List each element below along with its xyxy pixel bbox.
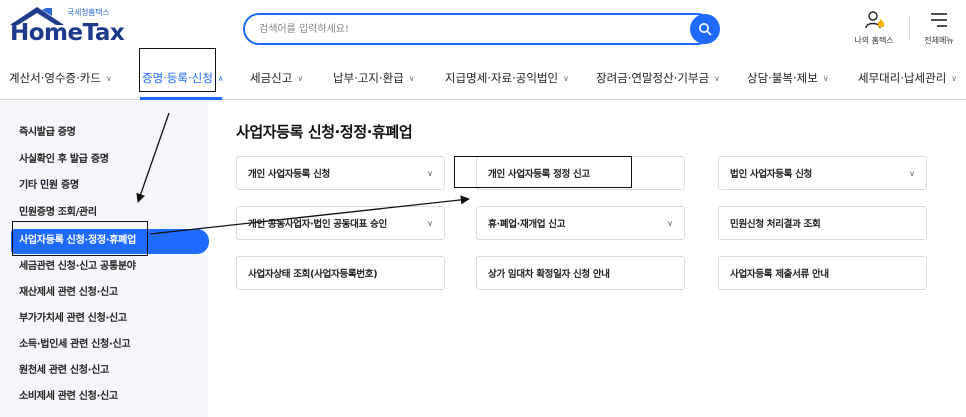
gnb-item-payment-statement[interactable]: 지급명세·자료·공익법인 ∨ (445, 68, 569, 88)
chevron-down-icon: ∨ (909, 169, 915, 178)
sidebar-item-common-tax-application[interactable]: 세금관련 신청·신고 공통분야 (19, 259, 136, 275)
sidebar-item-income-corporate-tax[interactable]: 소득·법인세 관련 신청·신고 (19, 337, 131, 353)
my-hometax-label: 나의 홈택스 (854, 36, 894, 45)
card-individual-registration[interactable]: 개인 사업자등록 신청 ∨ (236, 156, 445, 190)
annotation-box-gnb (139, 48, 216, 92)
all-menu-label: 전체메뉴 (924, 36, 954, 45)
card-joint-business-approval[interactable]: 개인 공동사업자·법인 공동대표 승인 ∨ (236, 206, 445, 240)
gnb-item-label: 계산서·영수증·카드 (9, 71, 101, 85)
card-required-documents[interactable]: 사업자등록 제출서류 안내 (718, 256, 927, 290)
gnb-item-label: 상담·불복·제보 (747, 71, 818, 85)
sidebar-item-verified-issue[interactable]: 사실확인 후 발급 증명 (19, 152, 109, 168)
card-label: 사업자상태 조회(사업자등록번호) (248, 269, 378, 280)
chevron-down-icon: ∨ (427, 169, 433, 178)
gnb-item-tax-return[interactable]: 세금신고 ∨ (250, 68, 303, 88)
card-corporate-registration[interactable]: 법인 사업자등록 신청 ∨ (718, 156, 927, 190)
header-divider (909, 16, 910, 40)
gnb-item-label: 세금신고 (250, 71, 293, 85)
chevron-down-icon: ∨ (563, 74, 569, 83)
chevron-down-icon: ∨ (822, 74, 829, 83)
gnb-item-label: 지급명세·자료·공익법인 (445, 71, 559, 85)
chevron-down-icon: ∨ (408, 74, 415, 83)
sidebar-item-instant-issue[interactable]: 즉시발급 증명 (19, 125, 76, 141)
sidebar-item-other-certificate[interactable]: 기타 민원 증명 (19, 178, 79, 194)
chevron-down-icon: ∨ (951, 74, 958, 83)
search-bar (243, 13, 721, 45)
hometax-logo[interactable]: 국세청홈택스 HomeTax (8, 4, 125, 48)
card-closure-reopen[interactable]: 휴·폐업·재개업 신고 ∨ (476, 206, 685, 240)
card-application-result-inquiry[interactable]: 민원신청 처리결과 조회 (718, 206, 927, 240)
chevron-down-icon: ∨ (427, 219, 433, 228)
logo-title: HomeTax (10, 20, 125, 46)
card-label: 개인 공동사업자·법인 공동대표 승인 (248, 219, 387, 230)
gnb-item-payment-refund[interactable]: 납부·고지·환급 ∨ (333, 68, 415, 88)
gnb-item-label: 납부·고지·환급 (333, 71, 404, 85)
user-icon (865, 11, 884, 29)
card-label: 개인 사업자등록 신청 (248, 169, 330, 180)
sidebar-item-property-tax[interactable]: 재산제세 관련 신청·신고 (19, 285, 118, 301)
logo-subtitle: 국세청홈택스 (67, 8, 110, 17)
page-title: 사업자등록 신청·정정·휴폐업 (236, 123, 413, 141)
all-menu-button[interactable]: 전체메뉴 (916, 10, 962, 46)
chevron-down-icon: ∨ (714, 74, 720, 83)
card-label: 상가 임대차 확정일자 신청 안내 (488, 269, 610, 280)
chevron-down-icon: ∨ (667, 219, 673, 228)
gnb-item-label: 세무대리·납세관리 (858, 71, 947, 85)
card-label: 휴·폐업·재개업 신고 (488, 219, 566, 230)
my-hometax-button[interactable]: 나의 홈택스 (846, 10, 902, 46)
sidebar-item-consumption-tax[interactable]: 소비제세 관련 신청·신고 (19, 389, 118, 405)
gnb-item-consult-appeal[interactable]: 상담·불복·제보 ∨ (747, 68, 829, 88)
card-label: 법인 사업자등록 신청 (730, 169, 812, 180)
gnb-item-label: 장려금·연말정산·기부금 (596, 71, 710, 85)
search-icon (699, 23, 712, 36)
sidebar-item-vat[interactable]: 부가가치세 관련 신청·신고 (19, 311, 127, 327)
card-label: 민원신청 처리결과 조회 (730, 219, 821, 230)
sidebar-item-withholding-tax[interactable]: 원천세 관련 신청·신고 (19, 363, 109, 379)
search-button[interactable] (690, 14, 720, 44)
active-tab-indicator (140, 97, 222, 100)
card-business-status-inquiry[interactable]: 사업자상태 조회(사업자등록번호) (236, 256, 445, 290)
card-lease-fixed-date[interactable]: 상가 임대차 확정일자 신청 안내 (476, 256, 685, 290)
hamburger-menu-icon (931, 13, 947, 27)
gnb-item-tax-agent[interactable]: 세무대리·납세관리 ∨ (858, 68, 957, 88)
chevron-down-icon: ∨ (105, 74, 112, 83)
sidebar-item-certificate-inquiry[interactable]: 민원증명 조회/관리 (19, 205, 97, 221)
gnb-item-invoice-receipt-card[interactable]: 계산서·영수증·카드 ∨ (9, 68, 112, 88)
search-input[interactable] (243, 13, 713, 45)
chevron-up-icon: ∧ (217, 74, 224, 83)
annotation-box-card (454, 156, 632, 188)
chevron-down-icon: ∨ (297, 74, 304, 83)
gnb-item-incentive-yearend[interactable]: 장려금·연말정산·기부금 ∨ (596, 68, 720, 88)
annotation-box-sidebar (12, 221, 148, 256)
card-label: 사업자등록 제출서류 안내 (730, 269, 829, 280)
